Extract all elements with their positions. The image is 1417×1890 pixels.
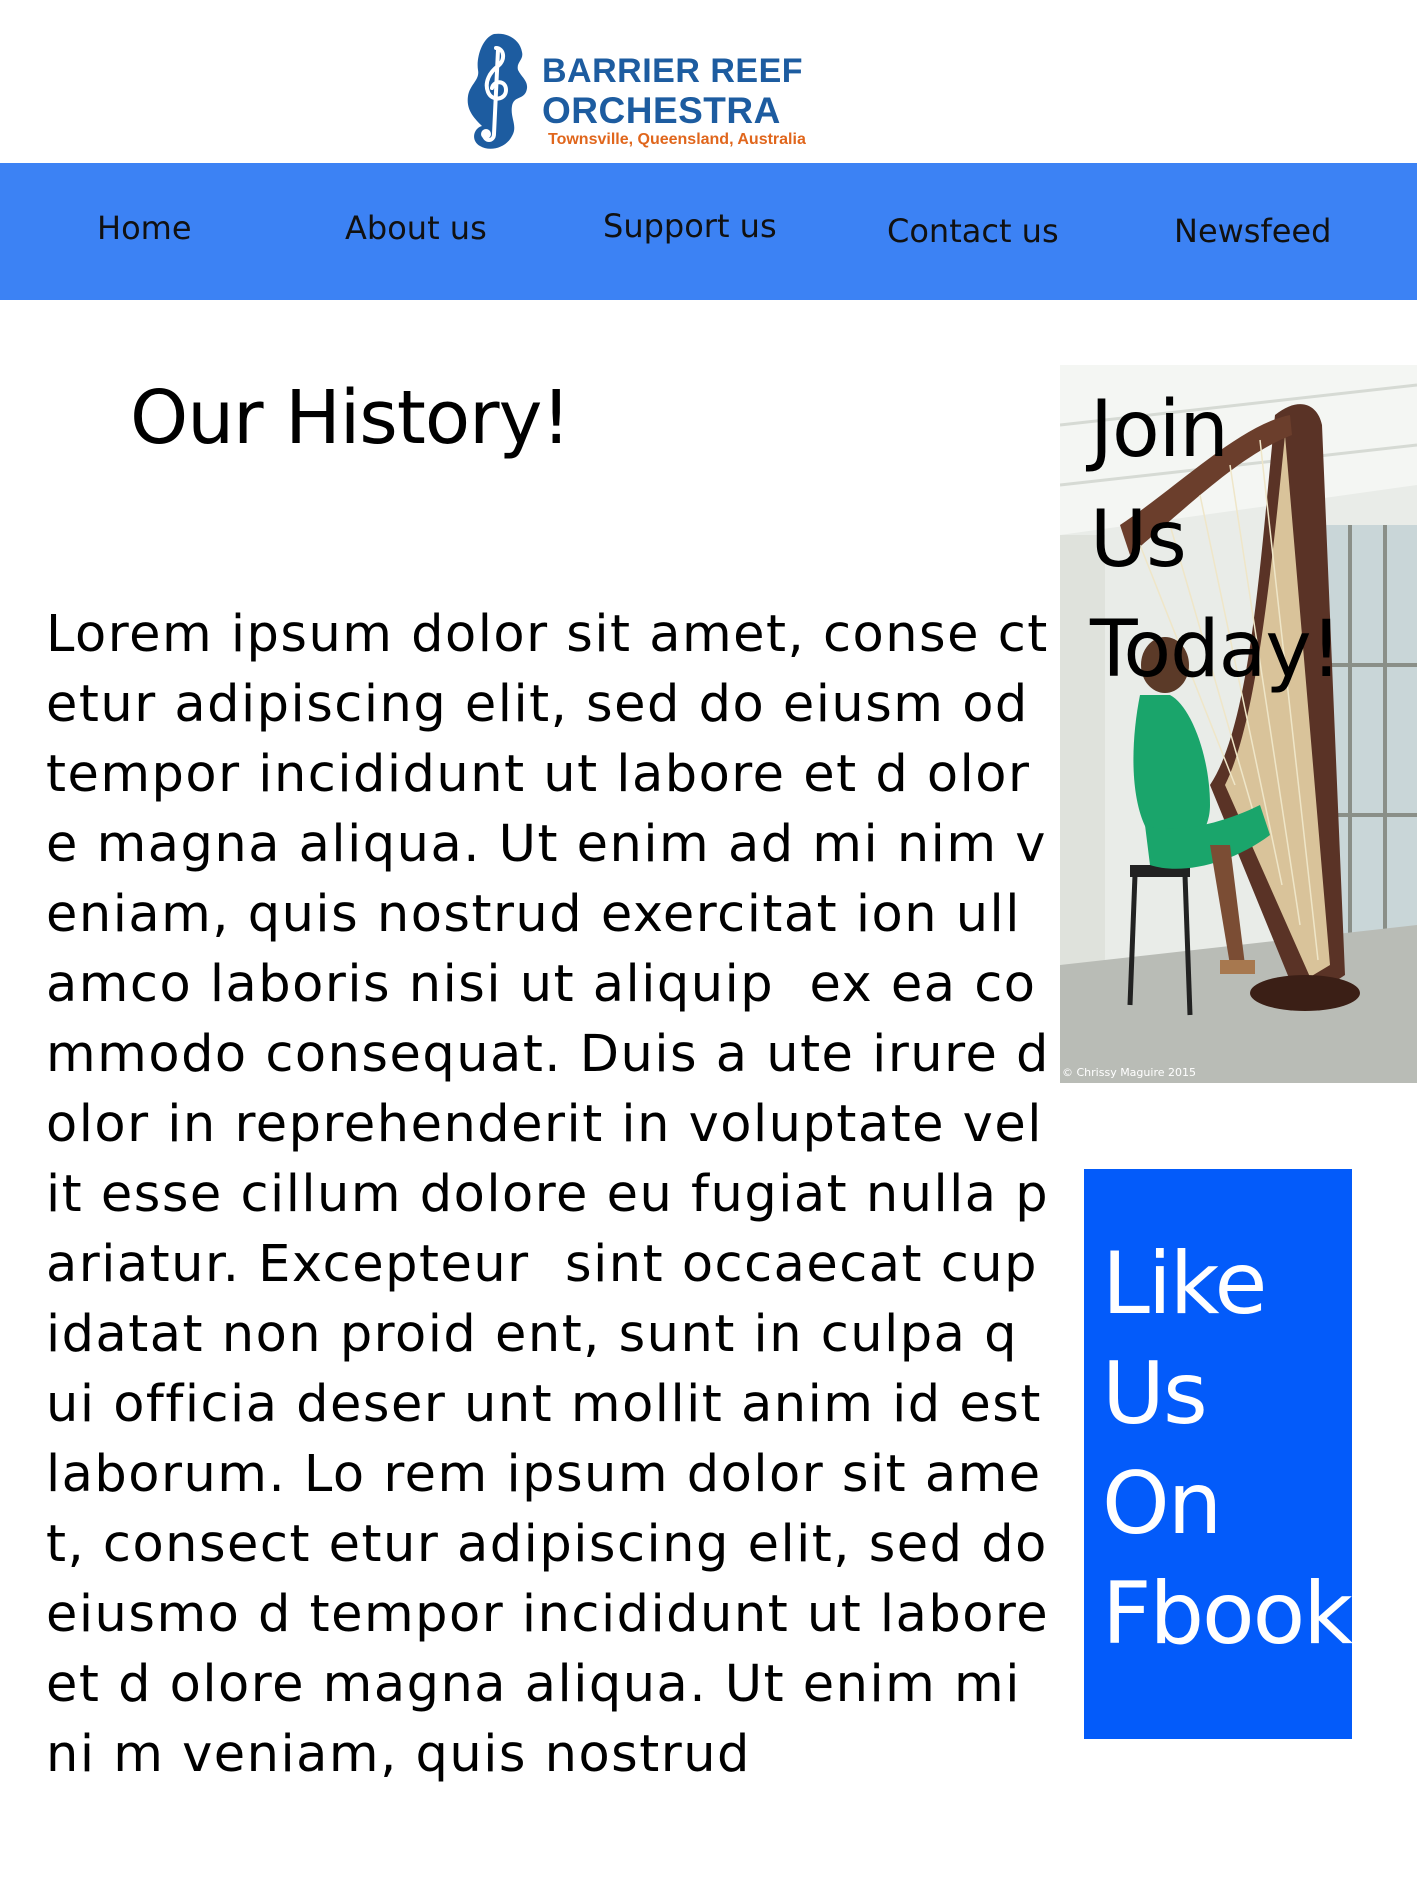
site-logo[interactable]: BARRIER REEF ORCHESTRA Townsville, Queen… <box>460 30 840 155</box>
join-us-banner[interactable]: Join Us Today! © Chrissy Maguire 2015 <box>1060 365 1417 1083</box>
nav-about-us[interactable]: About us <box>345 209 487 247</box>
main-nav: Home About us Support us Contact us News… <box>0 163 1417 300</box>
treble-clef-seahorse-icon <box>467 33 528 149</box>
logo-subtitle: Townsville, Queensland, Australia <box>548 131 806 148</box>
logo-title-line2: ORCHESTRA <box>542 90 781 131</box>
facebook-like-button[interactable]: Like Us On Fbook <box>1084 1169 1353 1739</box>
nav-support-us[interactable]: Support us <box>603 207 777 245</box>
logo-title-line1: BARRIER REEF <box>542 52 804 90</box>
nav-newsfeed[interactable]: Newsfeed <box>1174 212 1331 250</box>
nav-home[interactable]: Home <box>97 209 192 247</box>
join-us-text: Join Us Today! <box>1090 385 1342 695</box>
history-body-text: Lorem ipsum dolor sit amet, conse ctetur… <box>46 605 1067 1784</box>
page-title: Our History! <box>130 375 571 461</box>
facebook-like-text: Like Us On Fbook <box>1102 1234 1353 1664</box>
photo-credit: © Chrissy Maguire 2015 <box>1062 1066 1196 1079</box>
nav-contact-us[interactable]: Contact us <box>887 212 1059 250</box>
